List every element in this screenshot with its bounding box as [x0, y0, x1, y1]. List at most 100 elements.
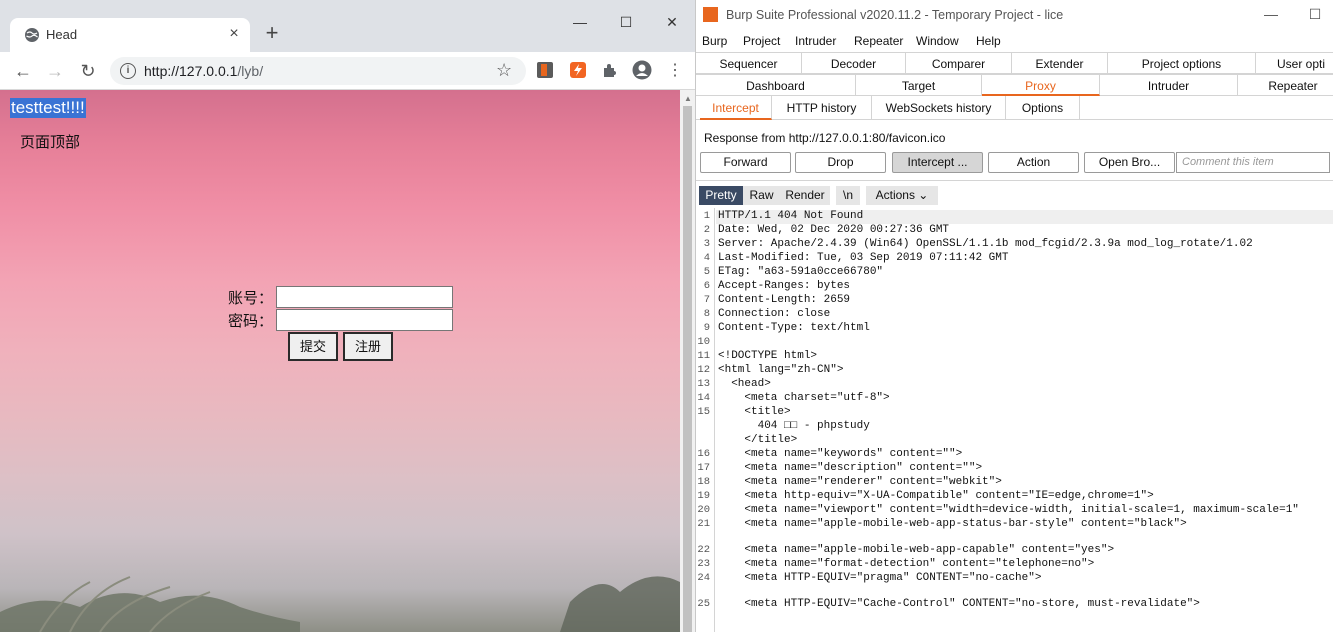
tab-comparer[interactable]: Comparer	[906, 52, 1012, 74]
forward-button[interactable]: Forward	[700, 152, 791, 173]
line-number: 10	[697, 336, 710, 348]
response-from-label: Response from http://127.0.0.1:80/favico…	[704, 131, 946, 145]
code-line: <meta http-equiv="X-UA-Compatible" conte…	[718, 490, 1154, 502]
code-line: Content-Type: text/html	[718, 322, 870, 334]
browser-tab[interactable]: Head ×	[10, 18, 250, 52]
open-browser-button[interactable]: Open Bro...	[1084, 152, 1175, 173]
line-number: 6	[703, 280, 710, 292]
line-number: 18	[697, 476, 710, 488]
profile-avatar-icon[interactable]	[632, 60, 652, 80]
line-number: 1	[703, 210, 710, 222]
response-editor[interactable]: 1 HTTP/1.1 404 Not Found 2 Date: Wed, 02 De…	[696, 208, 1333, 632]
code-line: Accept-Ranges: bytes	[718, 280, 851, 292]
line-number: 2	[703, 224, 710, 236]
code-line: <meta HTTP-EQUIV="Cache-Control" CONTENT…	[718, 598, 1200, 610]
comment-input[interactable]: Comment this item	[1176, 152, 1330, 173]
burp-window: Burp Suite Professional v2020.11.2 - Tem…	[695, 0, 1333, 632]
tab-decoder[interactable]: Decoder	[802, 52, 906, 74]
line-number: 5	[703, 266, 710, 278]
code-line: HTTP/1.1 404 Not Found	[718, 210, 864, 222]
menu-repeater[interactable]: Repeater	[854, 34, 903, 48]
site-info-icon[interactable]: i	[120, 63, 136, 79]
line-number: 11	[697, 350, 710, 362]
maximize-button[interactable]: ☐	[616, 12, 636, 32]
newline-toggle-button[interactable]: \n	[836, 186, 860, 205]
code-line: Last-Modified: Tue, 03 Sep 2019 07:11:42…	[718, 252, 1009, 264]
menu-help[interactable]: Help	[976, 34, 1001, 48]
browser-toolbar: ← → ↻ i http://127.0.0.1/lyb/ ☆ ⋮	[0, 52, 695, 90]
code-line: <meta charset="utf-8">	[718, 392, 890, 404]
register-button[interactable]: 注册	[343, 332, 393, 361]
line-number: 16	[697, 448, 710, 460]
subtab-websockets-history[interactable]: WebSockets history	[872, 96, 1006, 120]
new-tab-button[interactable]: +	[260, 22, 284, 46]
menu-burp[interactable]: Burp	[702, 34, 727, 48]
view-pretty-button[interactable]: Pretty	[699, 186, 743, 205]
tab-user-options[interactable]: User opti	[1256, 52, 1333, 74]
menu-window[interactable]: Window	[916, 34, 959, 48]
view-render-button[interactable]: Render	[780, 186, 830, 205]
line-number: 15	[697, 406, 710, 418]
kebab-menu-icon[interactable]: ⋮	[663, 59, 687, 83]
tab-repeater[interactable]: Repeater	[1238, 74, 1333, 96]
burp-extension-icon[interactable]	[536, 61, 554, 79]
scrollbar-thumb[interactable]	[683, 106, 692, 632]
burp-maximize-button[interactable]: ☐	[1306, 5, 1324, 23]
page-scrollbar[interactable]: ▲	[680, 90, 695, 632]
puzzle-extensions-icon[interactable]	[601, 61, 619, 79]
scroll-up-arrow-icon[interactable]: ▲	[684, 94, 692, 103]
code-line: <meta name="keywords" content="">	[718, 448, 963, 460]
url-text: http://127.0.0.1/lyb/	[144, 63, 263, 79]
forward-arrow-icon[interactable]: →	[43, 59, 67, 83]
tab-dashboard[interactable]: Dashboard	[696, 74, 856, 96]
burp-logo-icon	[703, 7, 718, 22]
back-arrow-icon[interactable]: ←	[11, 59, 35, 83]
line-number: 7	[703, 294, 710, 306]
lightning-extension-icon[interactable]	[569, 61, 587, 79]
subtab-http-history[interactable]: HTTP history	[772, 96, 872, 120]
code-line: <meta name="renderer" content="webkit">	[718, 476, 1002, 488]
url-host: http://127.0.0.1	[144, 63, 238, 79]
page-viewport: testtest!!!! 页面顶部 账号： 密码： 提交 注册	[0, 90, 680, 632]
menu-project[interactable]: Project	[743, 34, 780, 48]
subtab-options[interactable]: Options	[1006, 96, 1080, 120]
line-number: 24	[697, 572, 710, 584]
line-number: 19	[697, 490, 710, 502]
main-tabs-row1: Sequencer Decoder Comparer Extender Proj…	[696, 52, 1333, 74]
tab-project-options[interactable]: Project options	[1108, 52, 1256, 74]
password-input[interactable]	[276, 309, 453, 331]
actions-dropdown-button[interactable]: Actions ⌄	[866, 186, 938, 205]
password-label: 密码：	[228, 313, 274, 330]
code-line: <html lang="zh-CN">	[718, 364, 844, 376]
line-number: 14	[697, 392, 710, 404]
view-raw-button[interactable]: Raw	[743, 186, 780, 205]
tab-intruder[interactable]: Intruder	[1100, 74, 1238, 96]
account-input[interactable]	[276, 286, 453, 308]
subtab-intercept[interactable]: Intercept	[700, 96, 772, 120]
reload-icon[interactable]: ↻	[76, 59, 100, 83]
page-top-text: 页面顶部	[20, 134, 81, 151]
line-number: 21	[697, 518, 710, 530]
action-button[interactable]: Action	[988, 152, 1079, 173]
line-number: 20	[697, 504, 710, 516]
submit-button[interactable]: 提交	[288, 332, 338, 361]
code-line: </title>	[718, 434, 798, 446]
bookmark-star-icon[interactable]: ☆	[496, 60, 512, 81]
line-number: 13	[697, 378, 710, 390]
burp-titlebar: Burp Suite Professional v2020.11.2 - Tem…	[696, 0, 1333, 30]
address-bar[interactable]: i http://127.0.0.1/lyb/ ☆	[110, 57, 526, 85]
tab-target[interactable]: Target	[856, 74, 982, 96]
tab-sequencer[interactable]: Sequencer	[696, 52, 802, 74]
line-number: 23	[697, 558, 710, 570]
tab-close-icon[interactable]: ×	[224, 24, 244, 44]
intercept-toggle-button[interactable]: Intercept ...	[892, 152, 983, 173]
tab-extender[interactable]: Extender	[1012, 52, 1108, 74]
tab-proxy[interactable]: Proxy	[982, 74, 1100, 96]
close-window-button[interactable]: ✕	[662, 12, 682, 32]
burp-minimize-button[interactable]: —	[1262, 5, 1280, 23]
code-line: <meta name="apple-mobile-web-app-status-…	[718, 518, 1187, 530]
menu-intruder[interactable]: Intruder	[795, 34, 836, 48]
minimize-button[interactable]: —	[570, 12, 590, 32]
code-line: <head>	[718, 378, 771, 390]
drop-button[interactable]: Drop	[795, 152, 886, 173]
